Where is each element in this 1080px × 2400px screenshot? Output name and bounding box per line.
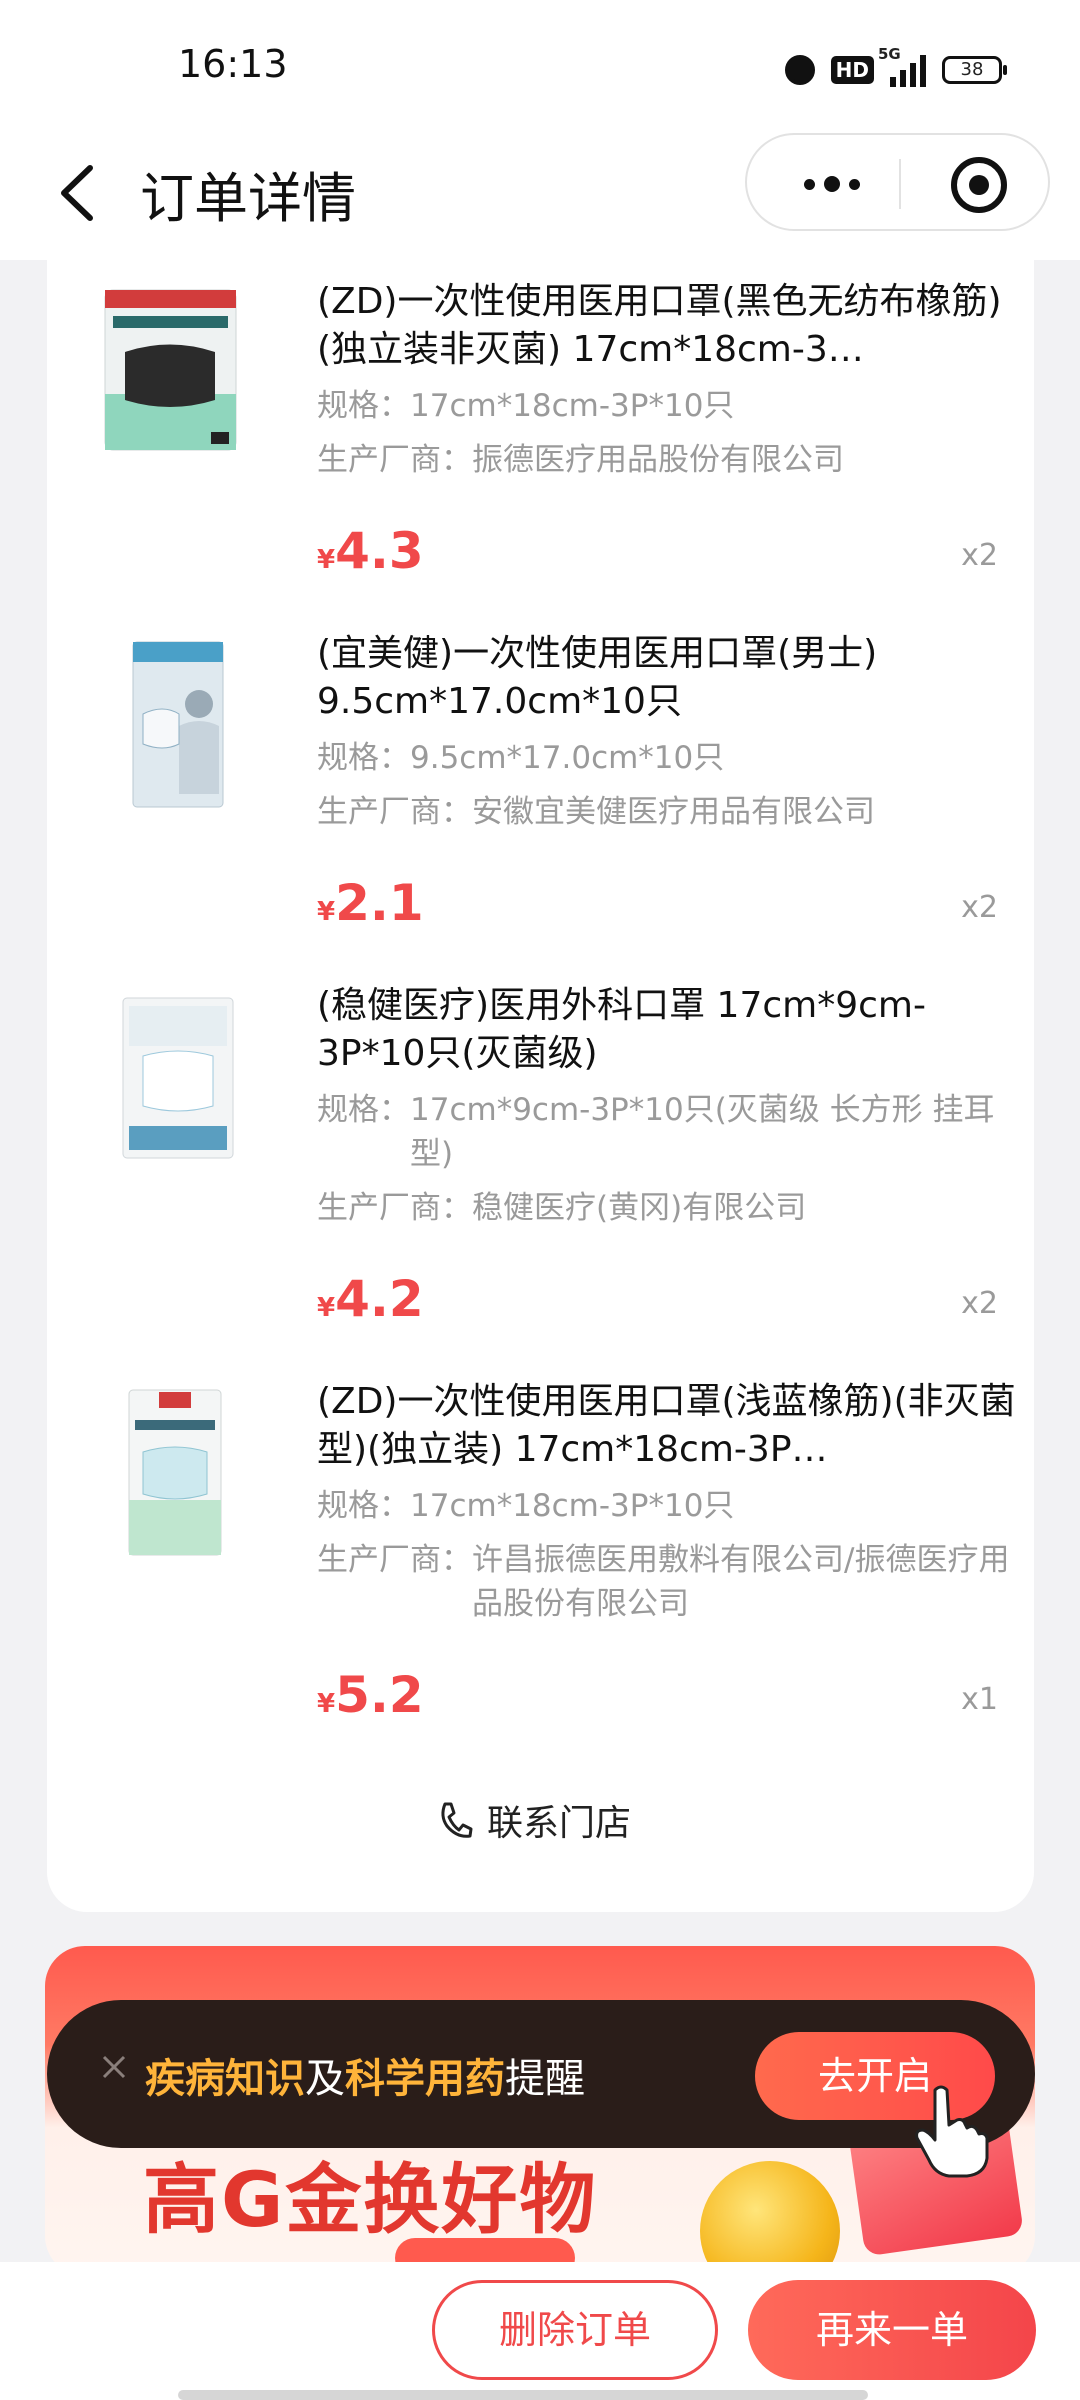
product-qty: x1: [961, 1682, 998, 1717]
alarm-icon: [784, 55, 815, 85]
product-image: [104, 289, 237, 451]
spec-label: 规格：: [317, 740, 410, 776]
product-maker: 生产厂商： 安徽宜美健医疗用品有限公司: [317, 790, 1027, 834]
currency-symbol: ¥: [317, 545, 336, 575]
product-spec: 规格： 17cm*9cm-3P*10只(灭菌级 长方形 挂耳型): [317, 1088, 1027, 1176]
reminder-suffix: 提醒: [505, 2056, 585, 2102]
product-name: (ZD)一次性使用医用口罩(浅蓝橡筋)(非灭菌型)(独立装) 17cm*18cm…: [317, 1381, 1016, 1470]
back-icon[interactable]: [52, 158, 112, 228]
product-maker: 生产厂商： 许昌振德医用敷料有限公司/振德医疗用品股份有限公司: [317, 1538, 1027, 1626]
product-qty: x2: [961, 890, 998, 925]
currency-symbol: ¥: [317, 1293, 336, 1323]
order-items-card: (ZD)一次性使用医用口罩(黑色无纺布橡筋)(独立装非灭菌) 17cm*18cm…: [47, 260, 1034, 1912]
reminder-highlight-1: 疾病知识: [145, 2056, 305, 2102]
signal-icon: 5G: [878, 45, 926, 87]
maker-value: 稳健医疗(黄冈)有限公司: [472, 1190, 807, 1226]
page-title: 订单详情: [140, 167, 356, 230]
price-value: 5.2: [335, 1666, 424, 1724]
spec-label: 规格：: [317, 1488, 410, 1524]
spec-label: 规格：: [317, 388, 410, 424]
currency-symbol: ¥: [317, 1689, 336, 1719]
maker-label: 生产厂商：: [317, 794, 472, 830]
product-name: (稳健医疗)医用外科口罩 17cm*9cm-3P*10只(灭菌级): [317, 985, 926, 1074]
spec-value: 17cm*9cm-3P*10只(灭菌级 长方形 挂耳型): [410, 1092, 995, 1172]
network-type: 5G: [878, 45, 901, 63]
contact-store-button[interactable]: 联系门店: [437, 1790, 631, 1850]
bottom-action-bar: 删除订单 再来一单: [0, 2262, 1080, 2400]
reminder-highlight-2: 科学用药: [345, 2056, 505, 2102]
spec-label: 规格：: [317, 1092, 410, 1128]
spec-value: 17cm*18cm-3P*10只: [410, 388, 735, 424]
status-icons: HD 5G 38: [784, 45, 1007, 90]
battery-icon: 38: [942, 56, 1007, 84]
maker-value: 许昌振德医用敷料有限公司/振德医疗用品股份有限公司: [472, 1542, 1010, 1622]
product-spec: 规格： 17cm*18cm-3P*10只: [317, 384, 1027, 428]
product-price: ¥5.2: [317, 1666, 424, 1724]
reorder-button[interactable]: 再来一单: [748, 2280, 1036, 2380]
status-bar: 16:13 HD 5G 38: [0, 0, 1080, 130]
hd-badge: HD: [830, 56, 874, 84]
product-maker: 生产厂商： 稳健医疗(黄冈)有限公司: [317, 1186, 1027, 1230]
product-image: [132, 641, 224, 808]
nav-bar: 订单详情: [0, 130, 1080, 260]
phone-icon: [441, 1802, 473, 1838]
mini-program-close-icon[interactable]: [951, 157, 1007, 213]
mini-program-capsule: [745, 133, 1050, 231]
product-price: ¥2.1: [317, 874, 424, 932]
maker-value: 振德医疗用品股份有限公司: [472, 442, 844, 478]
contact-store-label: 联系门店: [487, 1803, 632, 1844]
pointer-hand-icon: [915, 2085, 989, 2178]
reminder-toast: 疾病知识及科学用药提醒 去开启: [47, 2000, 1035, 2148]
product-price: ¥4.3: [317, 522, 424, 580]
close-icon[interactable]: [99, 2052, 129, 2082]
product-name: (ZD)一次性使用医用口罩(黑色无纺布橡筋)(独立装非灭菌) 17cm*18cm…: [317, 281, 1002, 370]
reminder-conj: 及: [305, 2056, 345, 2102]
gold-coin-icon: [700, 2161, 840, 2276]
reminder-text: 疾病知识及科学用药提醒: [145, 2046, 585, 2104]
status-time: 16:13: [178, 42, 288, 86]
home-indicator[interactable]: [178, 2390, 868, 2400]
product-qty: x2: [961, 1286, 998, 1321]
currency-symbol: ¥: [317, 897, 336, 927]
product-image: [122, 997, 234, 1159]
spec-value: 17cm*18cm-3P*10只: [410, 1488, 735, 1524]
price-value: 4.3: [335, 522, 424, 580]
price-value: 4.2: [335, 1270, 424, 1328]
delete-order-button[interactable]: 删除订单: [432, 2280, 718, 2380]
more-icon[interactable]: [787, 157, 877, 211]
product-spec: 规格： 9.5cm*17.0cm*10只: [317, 736, 1027, 780]
product-image: [128, 1389, 222, 1556]
product-maker: 生产厂商： 振德医疗用品股份有限公司: [317, 438, 1027, 482]
banner-headline: 高G金换好物: [143, 2155, 598, 2244]
maker-label: 生产厂商：: [317, 442, 472, 478]
maker-label: 生产厂商：: [317, 1190, 472, 1226]
maker-label: 生产厂商：: [317, 1542, 472, 1578]
product-name: (宜美健)一次性使用医用口罩(男士) 9.5cm*17.0cm*10只: [317, 633, 878, 722]
product-qty: x2: [961, 538, 998, 573]
price-value: 2.1: [335, 874, 424, 932]
product-price: ¥4.2: [317, 1270, 424, 1328]
maker-value: 安徽宜美健医疗用品有限公司: [472, 794, 875, 830]
spec-value: 9.5cm*17.0cm*10只: [410, 740, 725, 776]
product-spec: 规格： 17cm*18cm-3P*10只: [317, 1484, 1027, 1528]
capsule-divider: [899, 159, 901, 209]
